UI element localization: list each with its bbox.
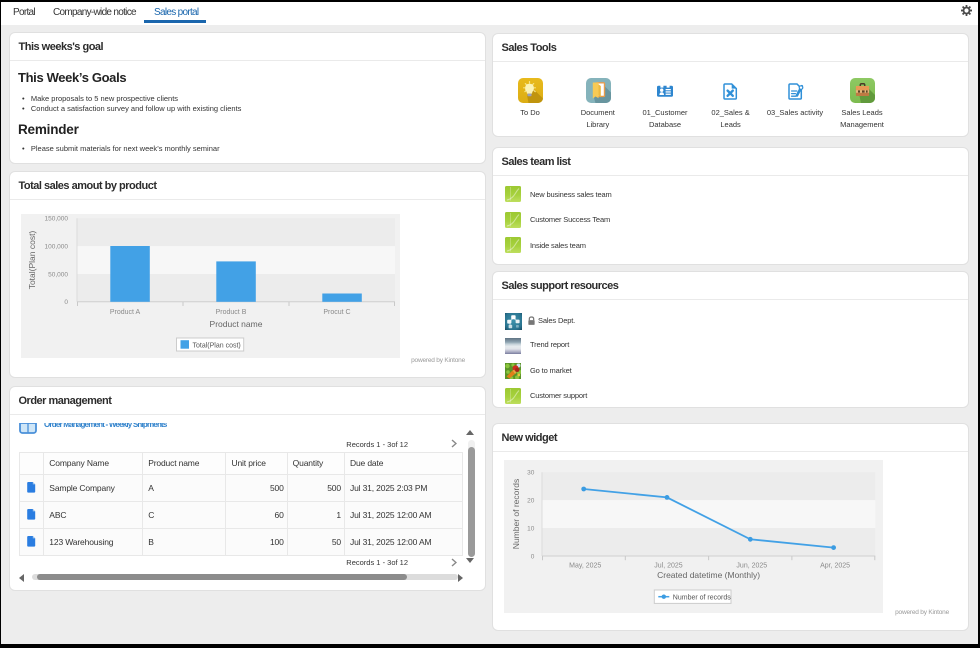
svg-text:Procut C: Procut C: [323, 309, 350, 316]
svg-text:Apr, 2025: Apr, 2025: [820, 562, 850, 569]
svg-text:Product A: Product A: [110, 309, 141, 316]
svg-text:May, 2025: May, 2025: [569, 562, 601, 569]
svg-text:0: 0: [64, 299, 68, 306]
svg-text:30: 30: [527, 470, 535, 477]
svg-text:Created datetime (Monthly): Created datetime (Monthly): [657, 570, 760, 580]
svg-text:20: 20: [527, 498, 535, 505]
svg-text:Total(Plan cost): Total(Plan cost): [27, 231, 37, 290]
svg-text:0: 0: [531, 553, 535, 560]
svg-text:10: 10: [527, 525, 535, 532]
svg-text:Total(Plan cost): Total(Plan cost): [193, 343, 241, 350]
svg-text:Number of records: Number of records: [673, 594, 731, 601]
svg-text:Number of records: Number of records: [511, 479, 521, 549]
svg-text:Jun, 2025: Jun, 2025: [736, 562, 767, 569]
svg-text:Product name: Product name: [210, 319, 263, 329]
svg-text:150,000: 150,000: [45, 216, 69, 223]
svg-text:50,000: 50,000: [48, 271, 68, 278]
svg-text:Product B: Product B: [216, 309, 247, 316]
svg-text:100,000: 100,000: [45, 244, 69, 251]
svg-text:Jul, 2025: Jul, 2025: [654, 562, 683, 569]
